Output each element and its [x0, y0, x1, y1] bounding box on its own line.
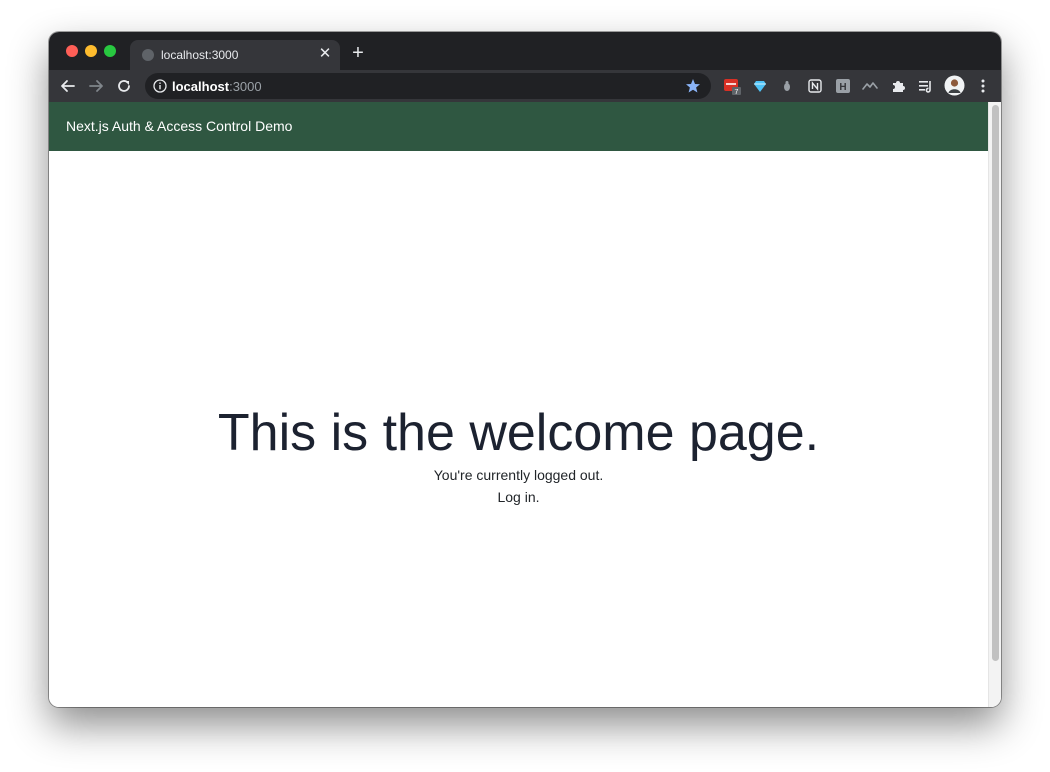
- page-content: This is the welcome page. You're current…: [49, 151, 988, 707]
- address-bar[interactable]: localhost:3000: [145, 73, 711, 99]
- h-icon-label: H: [839, 82, 846, 93]
- zoom-window-button[interactable]: [104, 45, 116, 57]
- reading-list-icon[interactable]: [917, 77, 935, 95]
- welcome-heading: This is the welcome page.: [217, 404, 820, 462]
- bug-icon: [784, 81, 790, 91]
- back-button[interactable]: [58, 76, 78, 96]
- close-tab-icon[interactable]: ✕: [317, 45, 333, 63]
- arrow-right-icon: [89, 80, 103, 92]
- url-text: localhost:3000: [172, 79, 262, 94]
- navbar-brand[interactable]: Next.js Auth & Access Control Demo: [66, 118, 292, 134]
- close-window-button[interactable]: [66, 45, 78, 57]
- puzzle-icon: [893, 81, 905, 92]
- info-icon[interactable]: [153, 79, 167, 93]
- puzzle-extension-icon[interactable]: [889, 77, 907, 95]
- url-host: localhost: [172, 79, 230, 94]
- url-port: :3000: [229, 79, 262, 94]
- globe-icon: [142, 49, 154, 61]
- gem-extension-icon[interactable]: [751, 77, 769, 95]
- h-icon: H: [836, 79, 850, 93]
- calendar-icon: 7: [724, 79, 741, 95]
- bookmark-star-icon[interactable]: [684, 77, 702, 95]
- tab-strip: localhost:3000 ✕ +: [49, 32, 1001, 70]
- wave-icon: [862, 82, 878, 90]
- notion-extension-icon[interactable]: [806, 77, 824, 95]
- logged-out-status: You're currently logged out.: [433, 467, 604, 483]
- profile-avatar[interactable]: [944, 75, 965, 96]
- h-extension-icon[interactable]: H: [834, 77, 852, 95]
- chrome-menu-button[interactable]: [974, 77, 992, 95]
- app-navbar: Next.js Auth & Access Control Demo: [49, 102, 988, 151]
- gem-icon: [754, 81, 766, 92]
- browser-window: localhost:3000 ✕ + localhost:3000 7 H Ne…: [49, 32, 1001, 707]
- wave-extension-icon[interactable]: [861, 77, 879, 95]
- reload-button[interactable]: [114, 76, 134, 96]
- scrollbar-thumb[interactable]: [992, 105, 999, 661]
- browser-tab[interactable]: localhost:3000 ✕: [130, 40, 340, 70]
- login-link[interactable]: Log in.: [49, 489, 988, 505]
- calendar-badge: 7: [735, 89, 739, 95]
- calendar-extension-icon[interactable]: 7: [723, 77, 741, 95]
- bug-extension-icon[interactable]: [778, 77, 796, 95]
- browser-toolbar: localhost:3000 7 H: [49, 70, 1001, 102]
- minimize-window-button[interactable]: [85, 45, 97, 57]
- arrow-left-icon: [61, 80, 75, 92]
- page-scrollbar[interactable]: [988, 102, 1001, 707]
- list-icon: [919, 81, 931, 93]
- forward-button[interactable]: [86, 76, 106, 96]
- page-viewport: Next.js Auth & Access Control Demo This …: [49, 102, 1001, 707]
- avatar-icon: [944, 75, 965, 96]
- kebab-menu-icon: [981, 79, 985, 93]
- notion-icon: [808, 79, 822, 93]
- reload-icon: [118, 80, 130, 92]
- new-tab-button[interactable]: +: [348, 43, 368, 63]
- tab-title: localhost:3000: [161, 48, 239, 62]
